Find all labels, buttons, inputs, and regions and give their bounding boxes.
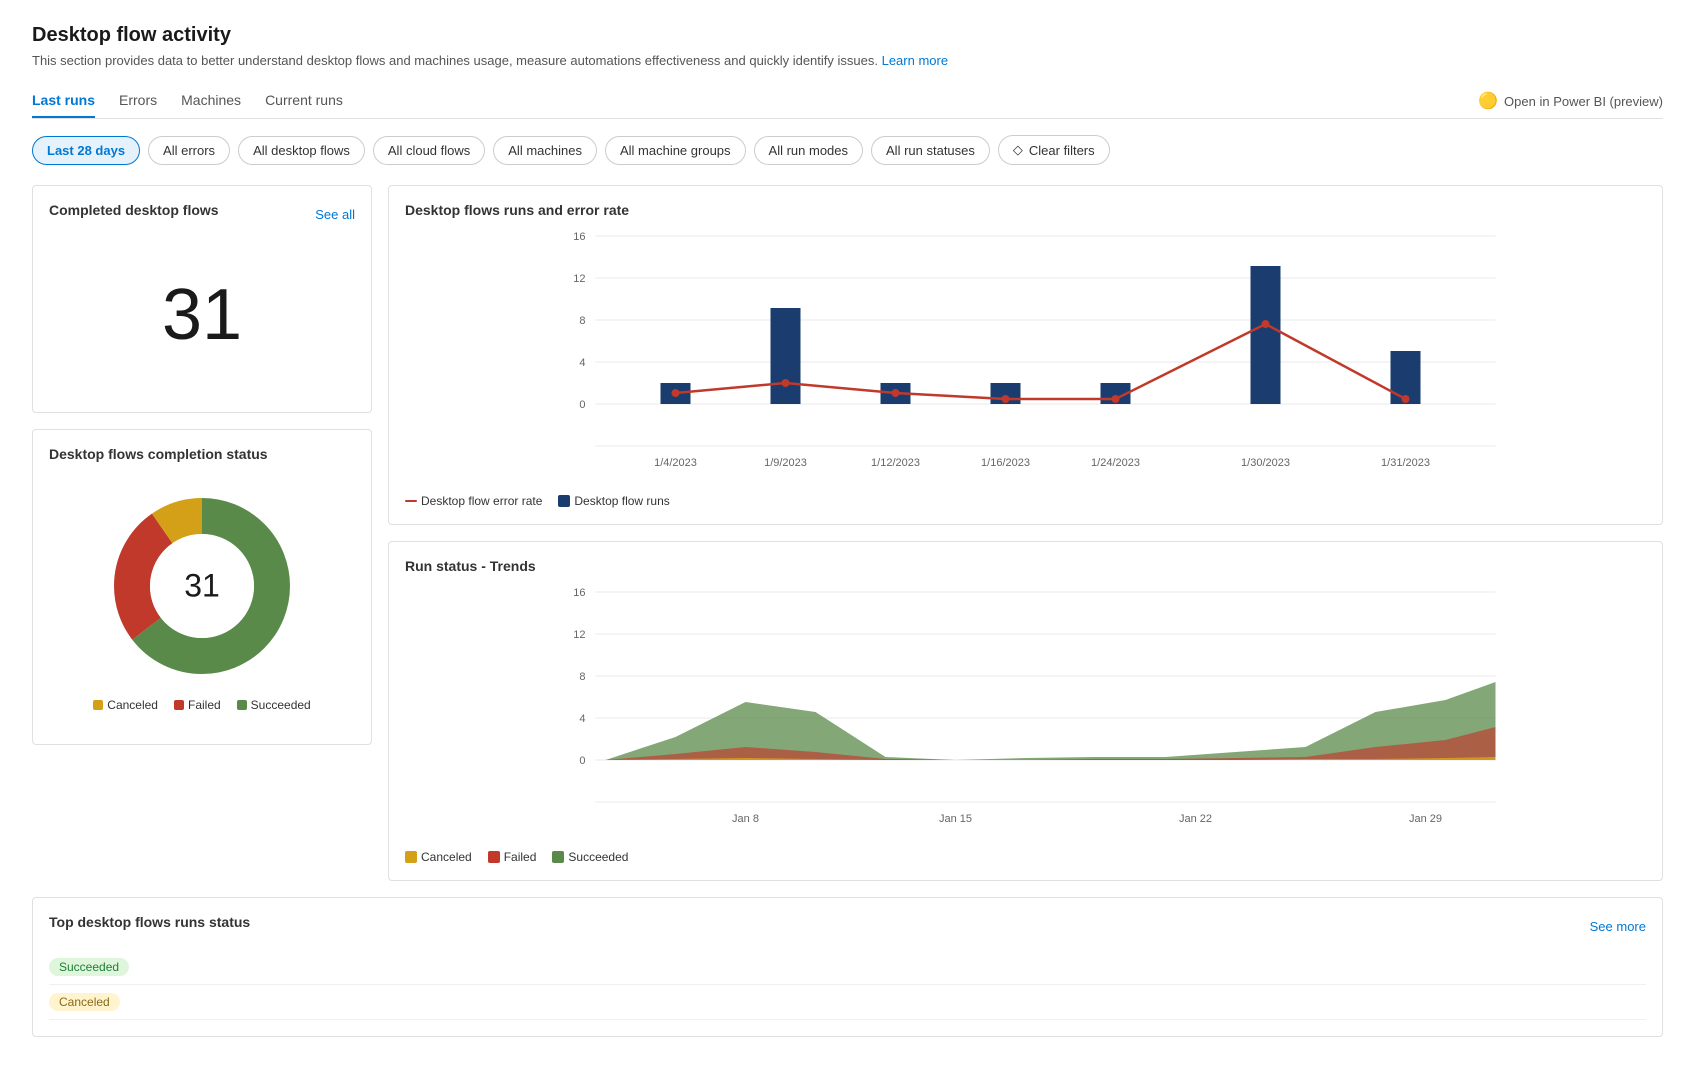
svg-text:Jan 22: Jan 22 — [1179, 813, 1212, 825]
svg-text:1/9/2023: 1/9/2023 — [764, 457, 807, 469]
run-trends-svg: 16 12 8 4 0 Jan 8 — [405, 582, 1646, 842]
dashboard-grid: Completed desktop flows See all 31 Deskt… — [32, 185, 1663, 881]
top-flows-section: Top desktop flows runs status See more S… — [32, 897, 1663, 1037]
svg-text:1/30/2023: 1/30/2023 — [1241, 457, 1290, 469]
svg-text:1/4/2023: 1/4/2023 — [654, 457, 697, 469]
svg-text:8: 8 — [579, 315, 585, 327]
legend-trends-failed: Failed — [488, 850, 537, 864]
svg-text:12: 12 — [573, 273, 585, 285]
table-row: Succeeded — [49, 950, 1646, 985]
runs-chart-title: Desktop flows runs and error rate — [405, 202, 1646, 218]
runs-chart-svg: 16 12 8 4 0 — [405, 226, 1646, 486]
learn-more-link[interactable]: Learn more — [882, 53, 948, 68]
svg-text:Jan 15: Jan 15 — [939, 813, 972, 825]
runs-chart-legend: Desktop flow error rate Desktop flow run… — [405, 494, 1646, 508]
svg-text:1/16/2023: 1/16/2023 — [981, 457, 1030, 469]
svg-text:16: 16 — [573, 231, 585, 243]
svg-text:0: 0 — [579, 755, 585, 767]
see-more-link[interactable]: See more — [1590, 919, 1646, 934]
eraser-icon: ◇ — [1013, 142, 1023, 158]
completion-status-title: Desktop flows completion status — [49, 446, 355, 462]
runs-chart-area: 16 12 8 4 0 — [405, 226, 1646, 486]
filter-all-cloud-flows[interactable]: All cloud flows — [373, 136, 485, 165]
svg-text:Jan 8: Jan 8 — [732, 813, 759, 825]
legend-flow-runs: Desktop flow runs — [558, 494, 669, 508]
svg-text:16: 16 — [573, 587, 585, 599]
completed-flows-count: 31 — [49, 234, 355, 396]
filter-all-desktop-flows[interactable]: All desktop flows — [238, 136, 365, 165]
powerbi-button[interactable]: 🟡 Open in Power BI (preview) — [1478, 91, 1663, 111]
filter-all-machine-groups[interactable]: All machine groups — [605, 136, 746, 165]
tab-errors[interactable]: Errors — [119, 84, 157, 118]
svg-text:0: 0 — [579, 399, 585, 411]
filter-bar: Last 28 days All errors All desktop flow… — [32, 135, 1663, 165]
legend-succeeded: Succeeded — [237, 698, 311, 712]
canceled-square-icon — [405, 851, 417, 863]
page-container: Desktop flow activity This section provi… — [0, 0, 1695, 1081]
legend-trends-succeeded: Succeeded — [552, 850, 628, 864]
see-all-link[interactable]: See all — [315, 207, 355, 222]
donut-count: 31 — [184, 568, 220, 605]
run-trends-card: Run status - Trends 16 12 8 4 — [388, 541, 1663, 881]
clear-filters-button[interactable]: ◇ Clear filters — [998, 135, 1110, 165]
runs-chart-card: Desktop flows runs and error rate 16 12 … — [388, 185, 1663, 525]
succeeded-square-icon — [552, 851, 564, 863]
filter-all-machines[interactable]: All machines — [493, 136, 597, 165]
table-row: Canceled — [49, 985, 1646, 1020]
svg-text:1/12/2023: 1/12/2023 — [871, 457, 920, 469]
error-rate-line-icon — [405, 500, 417, 502]
svg-text:12: 12 — [573, 629, 585, 641]
filter-all-run-statuses[interactable]: All run statuses — [871, 136, 990, 165]
completed-flows-card: Completed desktop flows See all 31 — [32, 185, 372, 413]
filter-all-errors[interactable]: All errors — [148, 136, 230, 165]
failed-color — [174, 700, 184, 710]
tab-machines[interactable]: Machines — [181, 84, 241, 118]
tab-last-runs[interactable]: Last runs — [32, 84, 95, 118]
tab-bar: Last runs Errors Machines Current runs 🟡… — [32, 84, 1663, 119]
flow-runs-bar-icon — [558, 495, 570, 507]
legend-error-rate: Desktop flow error rate — [405, 494, 542, 508]
completion-status-card: Desktop flows completion status — [32, 429, 372, 745]
run-trends-title: Run status - Trends — [405, 558, 1646, 574]
run-trends-area: 16 12 8 4 0 Jan 8 — [405, 582, 1646, 842]
run-trends-legend: Canceled Failed Succeeded — [405, 850, 1646, 864]
svg-text:4: 4 — [579, 713, 585, 725]
legend-canceled: Canceled — [93, 698, 158, 712]
donut-chart: 31 — [102, 486, 302, 686]
svg-text:1/31/2023: 1/31/2023 — [1381, 457, 1430, 469]
legend-trends-canceled: Canceled — [405, 850, 472, 864]
svg-text:1/24/2023: 1/24/2023 — [1091, 457, 1140, 469]
svg-text:Jan 29: Jan 29 — [1409, 813, 1442, 825]
completed-flows-title: Completed desktop flows — [49, 202, 219, 218]
donut-legend: Canceled Failed Succeeded — [93, 698, 310, 712]
powerbi-icon: 🟡 — [1478, 91, 1498, 111]
tab-current-runs[interactable]: Current runs — [265, 84, 343, 118]
donut-chart-container: 31 Canceled Failed Succeed — [49, 470, 355, 728]
top-flows-rows: Succeeded Canceled — [49, 950, 1646, 1020]
filter-last28days[interactable]: Last 28 days — [32, 136, 140, 165]
legend-failed: Failed — [174, 698, 221, 712]
page-title: Desktop flow activity — [32, 24, 1663, 47]
status-badge: Canceled — [49, 993, 120, 1011]
top-flows-title: Top desktop flows runs status — [49, 914, 250, 930]
svg-text:8: 8 — [579, 671, 585, 683]
succeeded-color — [237, 700, 247, 710]
failed-square-icon — [488, 851, 500, 863]
status-badge: Succeeded — [49, 958, 129, 976]
filter-all-run-modes[interactable]: All run modes — [754, 136, 863, 165]
svg-text:4: 4 — [579, 357, 585, 369]
page-subtitle: This section provides data to better und… — [32, 53, 1663, 68]
canceled-color — [93, 700, 103, 710]
